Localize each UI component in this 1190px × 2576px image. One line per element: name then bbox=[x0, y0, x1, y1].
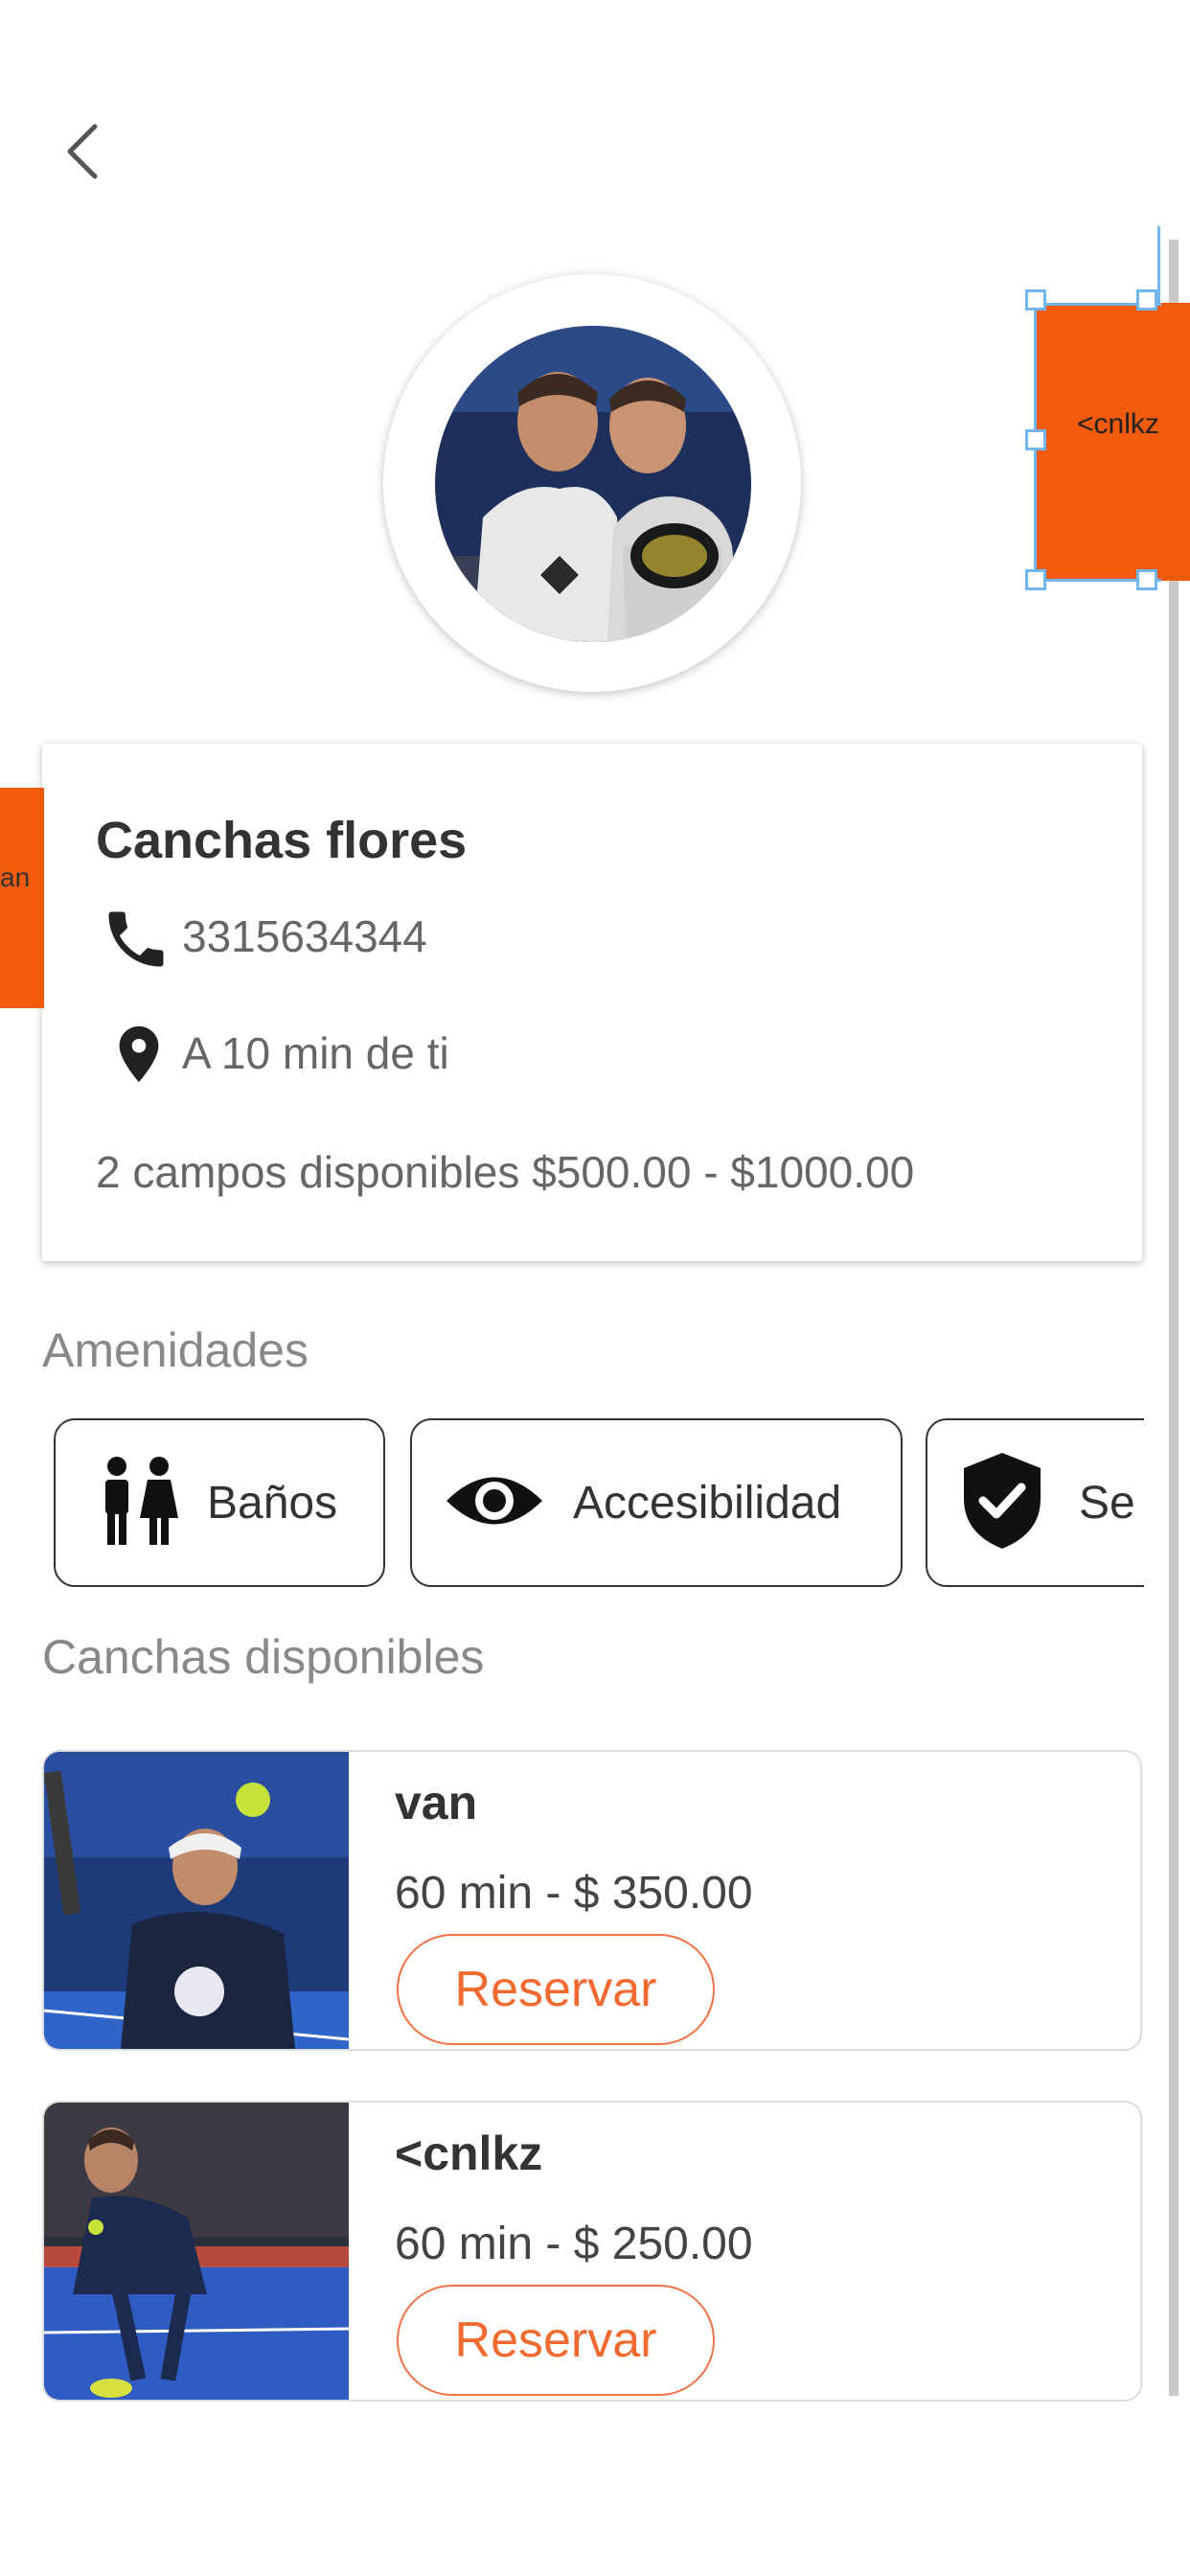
chevron-left-icon bbox=[67, 124, 98, 179]
club-avatar[interactable] bbox=[435, 326, 751, 642]
overlay-left: an bbox=[0, 788, 44, 1008]
court-name: <cnlkz bbox=[395, 2127, 543, 2180]
court-image bbox=[44, 1752, 349, 2049]
selection-handle[interactable] bbox=[1136, 569, 1157, 590]
court-name: van bbox=[395, 1776, 478, 1829]
court-image bbox=[44, 2103, 349, 2400]
phone-icon bbox=[100, 903, 172, 976]
amenity-chip-accesibilidad[interactable]: Accesibilidad bbox=[410, 1418, 903, 1587]
back-button[interactable] bbox=[48, 113, 115, 190]
court-card[interactable]: <cnlkz 60 min - $ 250.00 Reservar bbox=[42, 2101, 1142, 2402]
selection-handle[interactable] bbox=[1136, 289, 1157, 310]
amenities-list[interactable]: Baños Accesibilidad Se bbox=[42, 1418, 1144, 1593]
amenity-chip-banos[interactable]: Baños bbox=[54, 1418, 385, 1587]
court-price: 60 min - $ 250.00 bbox=[395, 2219, 753, 2269]
amenity-chip-seguridad[interactable]: Se bbox=[926, 1418, 1144, 1587]
reserve-button[interactable]: Reservar bbox=[397, 2285, 715, 2396]
courts-title: Canchas disponibles bbox=[42, 1630, 485, 1684]
amenity-label: Accesibilidad bbox=[573, 1477, 842, 1529]
eye-icon bbox=[445, 1467, 544, 1539]
amenity-label: Baños bbox=[207, 1477, 338, 1529]
shield-check-icon bbox=[960, 1451, 1044, 1555]
selection-handle[interactable] bbox=[1025, 429, 1046, 450]
club-name: Canchas flores bbox=[96, 812, 468, 869]
selection-handle[interactable] bbox=[1025, 289, 1046, 310]
court-price: 60 min - $ 350.00 bbox=[395, 1868, 753, 1919]
club-distance: A 10 min de ti bbox=[182, 1028, 449, 1078]
selection-handle[interactable] bbox=[1025, 569, 1046, 590]
reserve-button[interactable]: Reservar bbox=[397, 1934, 715, 2045]
restroom-icon bbox=[98, 1455, 180, 1552]
club-availability: 2 campos disponibles $500.00 - $1000.00 bbox=[96, 1147, 915, 1197]
amenities-title: Amenidades bbox=[42, 1323, 309, 1377]
overlay-right: <cnlkz bbox=[1035, 303, 1190, 581]
selection-line bbox=[1157, 226, 1160, 303]
amenity-label: Se bbox=[1079, 1477, 1135, 1529]
overlay-left-label: an bbox=[0, 862, 31, 892]
overlay-right-label: <cnlkz bbox=[1077, 408, 1159, 440]
court-card[interactable]: van 60 min - $ 350.00 Reservar bbox=[42, 1750, 1142, 2051]
location-pin-icon bbox=[105, 1018, 172, 1091]
club-phone[interactable]: 3315634344 bbox=[182, 910, 427, 962]
